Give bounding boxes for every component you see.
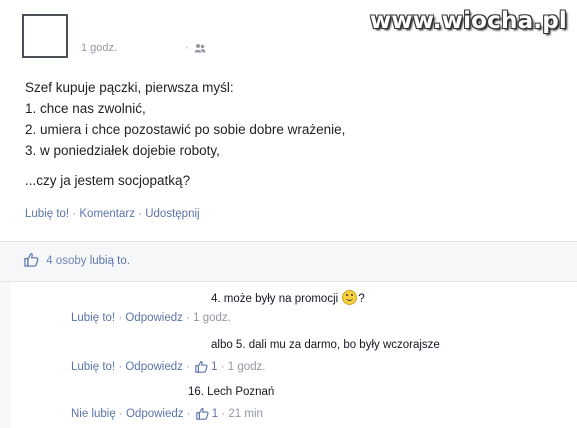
comment-text: 16. Lech Poznań	[188, 386, 275, 398]
post-line: Szef kupuje pączki, pierwsza myśl:	[25, 80, 234, 95]
post-line: 3. w poniedziałek dojebie roboty,	[25, 143, 220, 158]
avatar[interactable]	[22, 14, 68, 58]
comment-reply-button[interactable]: Odpowiedz	[126, 408, 184, 420]
share-button[interactable]: Udostępnij	[145, 208, 199, 220]
post-actions: Lubię to! · Komentarz · Udostępnij	[25, 208, 200, 220]
comment-timestamp[interactable]: 1 godz.	[228, 361, 266, 373]
audience-selector[interactable]: ·	[185, 42, 206, 54]
action-separator: ·	[138, 208, 143, 220]
thumbs-up-icon	[196, 407, 209, 420]
thumbs-up-icon	[195, 360, 208, 373]
post-body: Szef kupuje pączki, pierwsza myśl: 1. ch…	[25, 77, 345, 191]
comments-list: 4. może były na promocji ? Lubię to! · O…	[10, 282, 577, 428]
comment-reply-button[interactable]: Odpowiedz	[125, 312, 183, 324]
post-line: 2. umiera i chce pozostawić po sobie dob…	[25, 122, 346, 137]
comment-body: 4. może były na promocji	[211, 293, 339, 305]
comment-unlike-button[interactable]: Nie lubię	[71, 408, 116, 420]
comment-like-count[interactable]: 1	[211, 361, 217, 373]
watermark-logo: www.wiocha.pl	[369, 8, 567, 34]
comment-text: albo 5. dali mu za darmo, bo były wczora…	[211, 339, 440, 351]
comment-timestamp[interactable]: 1 godz.	[193, 312, 231, 324]
likes-suffix: lubią to.	[89, 255, 130, 267]
post-meta: 1 godz. ·	[81, 42, 206, 54]
feedback-area: 4 osoby lubią to. 4. może były na promoc…	[0, 241, 577, 428]
likes-summary: 4 osoby lubią to.	[24, 252, 130, 267]
comment-reply-button[interactable]: Odpowiedz	[125, 361, 183, 373]
comment-timestamp[interactable]: 21 min	[228, 408, 263, 420]
action-separator: ·	[72, 208, 77, 220]
comment-button[interactable]: Komentarz	[79, 208, 135, 220]
post-spacer	[25, 161, 345, 170]
audience-separator: ·	[185, 42, 189, 54]
thumbs-up-icon	[24, 253, 39, 267]
post-line: 1. chce nas zwolnić,	[25, 101, 146, 116]
comment-actions: Lubię to! · Odpowiedz · 1 godz.	[71, 312, 231, 324]
comment-like-count[interactable]: 1	[212, 408, 218, 420]
post-card: 1 godz. · www.wiocha.pl Szef kupuje pącz…	[0, 0, 577, 241]
likes-count-link[interactable]: 4 osoby	[46, 255, 86, 267]
post-closing-line: ...czy ja jestem socjopatką?	[25, 173, 191, 188]
people-icon	[194, 44, 206, 53]
smiley-icon	[342, 290, 358, 305]
comment-like-button[interactable]: Lubię to!	[71, 361, 115, 373]
comment-body-tail: ?	[358, 293, 365, 305]
comment-text: 4. może były na promocji ?	[211, 290, 365, 305]
comment-actions: Nie lubię · Odpowiedz · 1 · 21 min	[71, 407, 263, 420]
post-timestamp[interactable]: 1 godz.	[81, 42, 117, 54]
comment-like-button[interactable]: Lubię to!	[71, 312, 115, 324]
like-button[interactable]: Lubię to!	[25, 208, 69, 220]
comment-actions: Lubię to! · Odpowiedz · 1 · 1 godz.	[71, 360, 266, 373]
